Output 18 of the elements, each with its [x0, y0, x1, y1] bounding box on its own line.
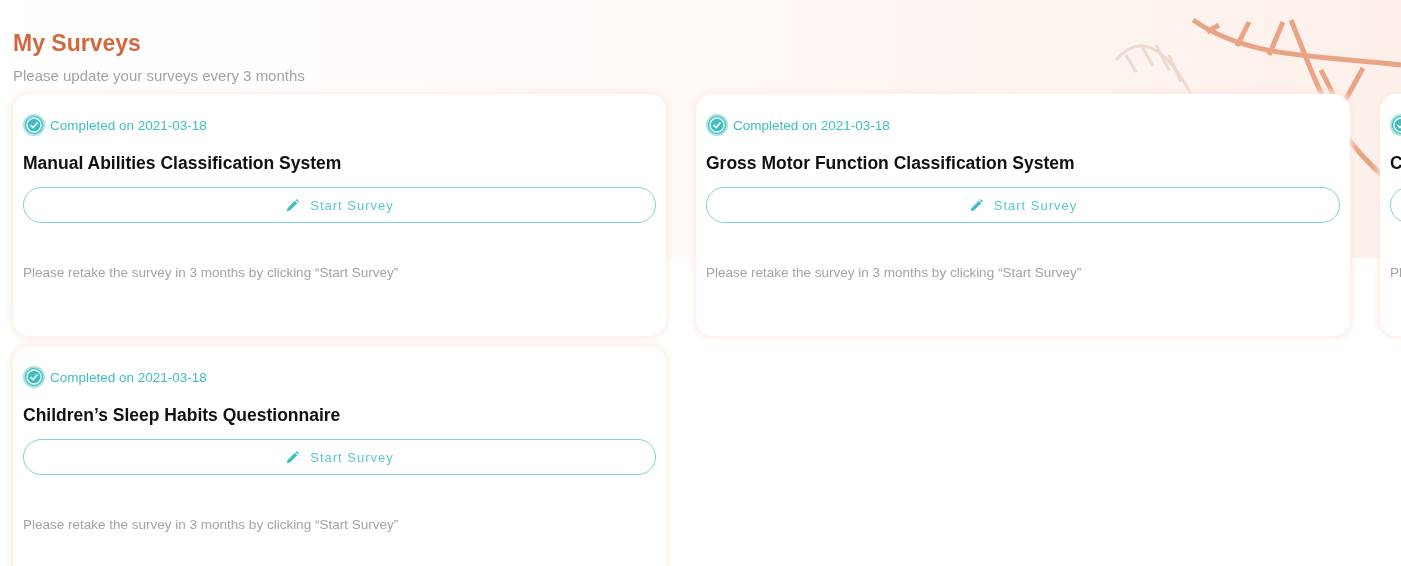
page-subtitle: Please update your surveys every 3 months	[13, 66, 306, 86]
pencil-icon	[968, 197, 984, 213]
retake-note: Please retake the survey in 3 months by clicking “Start Survey”	[23, 517, 400, 532]
start-survey-button[interactable]: Start Survey	[23, 439, 656, 475]
page-title: My Surveys	[13, 29, 142, 58]
survey-title: Gross Motor Function Classification System	[706, 152, 1076, 174]
retake-note: Please retake the survey in 3 months by clicking “Start Survey”	[706, 265, 1083, 280]
start-survey-button[interactable]: Start Survey	[23, 187, 656, 223]
survey-title: Children’s Sleep Habits Questionnaire	[23, 404, 342, 426]
retake-note: Pl	[1390, 265, 1401, 280]
pencil-icon	[285, 197, 301, 213]
completion-date: Completed on 2021-03-18	[733, 117, 890, 133]
completion-date: Completed on 2021-03-18	[50, 117, 207, 133]
survey-title: Manual Abilities Classification System	[23, 152, 343, 174]
retake-note: Please retake the survey in 3 months by clicking “Start Survey”	[23, 265, 400, 280]
completion-date: Completed on 2021-03-18	[50, 369, 207, 385]
start-survey-button[interactable]: Start Survey	[706, 187, 1340, 223]
pencil-icon	[285, 449, 301, 465]
